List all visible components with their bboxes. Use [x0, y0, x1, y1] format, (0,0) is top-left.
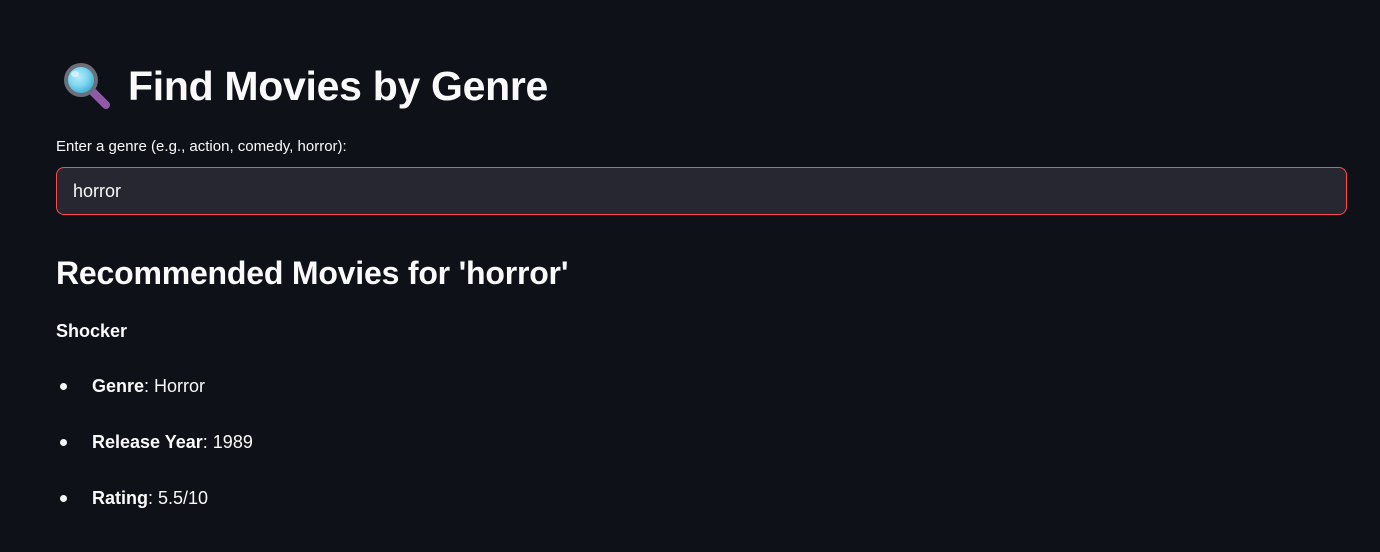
detail-separator: : [202, 432, 213, 452]
detail-value: Horror [154, 376, 206, 396]
detail-key: Release Year [92, 432, 203, 452]
genre-input[interactable] [57, 168, 1346, 214]
page-header: Find Movies by Genre [62, 60, 548, 112]
movie-detail-release-year: Release Year: 1989 [56, 430, 253, 486]
app-container: Find Movies by Genre Enter a genre (e.g.… [0, 0, 1380, 552]
detail-separator: : [144, 376, 155, 396]
movie-title: Shocker [56, 321, 128, 341]
bullet-icon [60, 495, 67, 502]
magnifying-glass-icon [62, 61, 112, 111]
detail-key: Rating [92, 488, 148, 508]
detail-separator: : [148, 488, 159, 508]
movie-details-list: Genre: Horror Release Year: 1989 Rating:… [56, 374, 253, 542]
bullet-icon [60, 383, 67, 390]
movie-detail-rating: Rating: 5.5/10 [56, 486, 253, 542]
results-heading: Recommended Movies for 'horror' [56, 255, 569, 291]
detail-value: 5.5/10 [158, 488, 209, 508]
genre-input-label: Enter a genre (e.g., action, comedy, hor… [56, 138, 347, 155]
detail-key: Genre [92, 376, 145, 396]
bullet-icon [60, 439, 67, 446]
movie-detail-genre: Genre: Horror [56, 374, 253, 430]
detail-value: 1989 [212, 432, 253, 452]
genre-input-container[interactable] [56, 167, 1347, 215]
page-title: Find Movies by Genre [128, 63, 549, 109]
